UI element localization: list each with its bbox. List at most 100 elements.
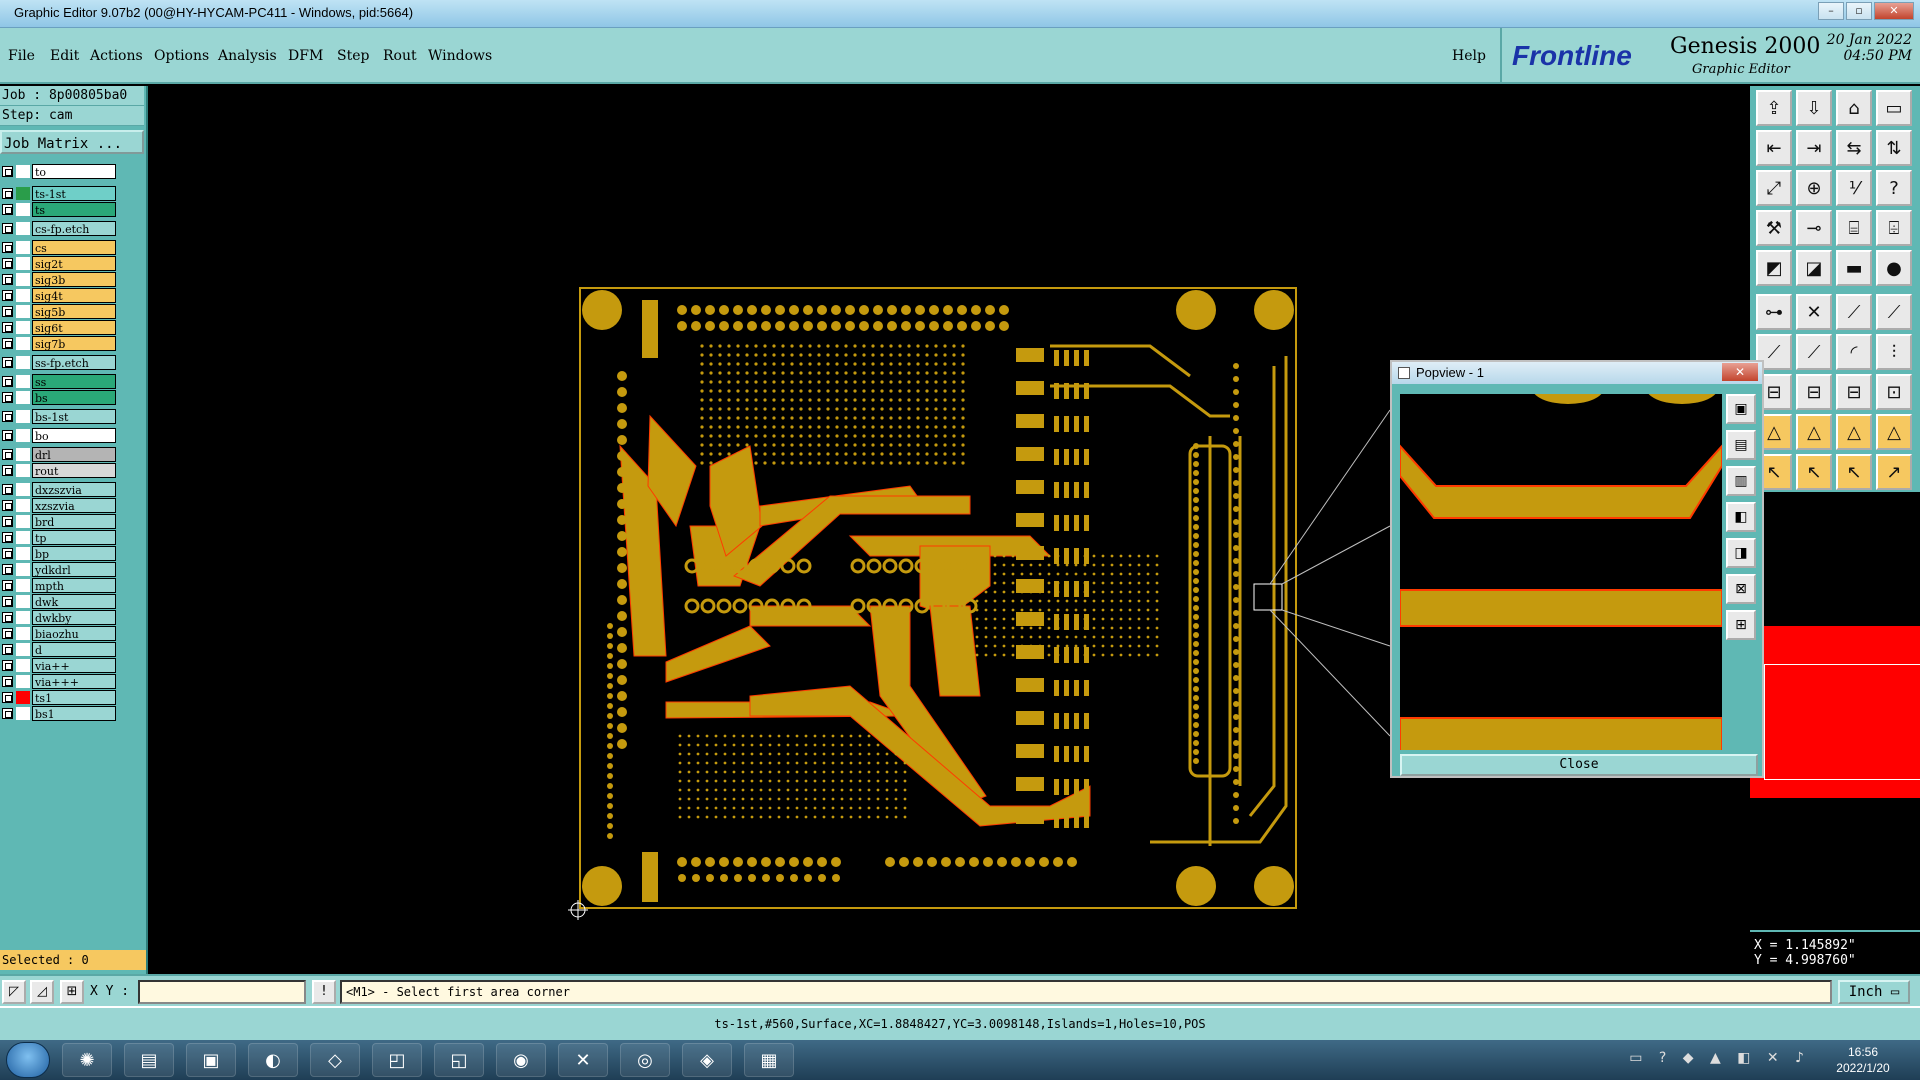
- toolbar-tool-30-icon[interactable]: ⊟: [1796, 374, 1832, 410]
- toolbar-tool-28-icon[interactable]: ⫶: [1876, 334, 1912, 370]
- layer-name[interactable]: bs: [32, 390, 116, 405]
- layer-checkbox[interactable]: [2, 449, 13, 460]
- layer-row-via-[interactable]: via+++: [0, 674, 118, 689]
- layer-checkbox[interactable]: [2, 274, 13, 285]
- layer-row-bp[interactable]: bp: [0, 546, 118, 561]
- layer-checkbox[interactable]: [2, 516, 13, 527]
- info-icon[interactable]: !: [312, 980, 336, 1004]
- taskbar-app-icon[interactable]: ✺: [62, 1043, 112, 1077]
- toolbar-tool-1-icon[interactable]: ⇪: [1756, 90, 1792, 126]
- taskbar-app-icon[interactable]: ▦: [744, 1043, 794, 1077]
- layer-checkbox[interactable]: [2, 532, 13, 543]
- layer-color-swatch[interactable]: [16, 483, 30, 496]
- layer-name[interactable]: bs1: [32, 706, 116, 721]
- toolbar-tool-3-icon[interactable]: ⌂: [1836, 90, 1872, 126]
- layer-color-swatch[interactable]: [16, 547, 30, 560]
- layer-color-swatch[interactable]: [16, 391, 30, 404]
- menu-actions[interactable]: Actions: [90, 48, 143, 64]
- layer-color-swatch[interactable]: [16, 273, 30, 286]
- layer-name[interactable]: ts: [32, 202, 116, 217]
- layer-color-swatch[interactable]: [16, 464, 30, 477]
- layer-name[interactable]: rout: [32, 463, 116, 478]
- layer-checkbox[interactable]: [2, 290, 13, 301]
- layer-checkbox[interactable]: [2, 166, 13, 177]
- menu-rout[interactable]: Rout: [383, 48, 417, 64]
- system-tray-icons[interactable]: ▭ ? ◆ ▲ ◧ ✕ ♪: [1629, 1050, 1810, 1066]
- layer-row-sig7b[interactable]: sig7b: [0, 336, 118, 351]
- toolbar-tool-12-icon[interactable]: ?: [1876, 170, 1912, 206]
- layer-row-bs[interactable]: bs: [0, 390, 118, 405]
- layer-row-rout[interactable]: rout: [0, 463, 118, 478]
- toolbar-tool-18-icon[interactable]: ◪: [1796, 250, 1832, 286]
- toolbar-tool-20-icon[interactable]: ●: [1876, 250, 1912, 286]
- layer-color-swatch[interactable]: [16, 375, 30, 388]
- layer-name[interactable]: ss-fp.etch: [32, 355, 116, 370]
- layer-name[interactable]: to: [32, 164, 116, 179]
- toolbar-tool-22-icon[interactable]: ✕: [1796, 294, 1832, 330]
- taskbar-app-icon[interactable]: ◰: [372, 1043, 422, 1077]
- layer-checkbox[interactable]: [2, 306, 13, 317]
- layer-row-ts1[interactable]: ts1: [0, 690, 118, 705]
- layer-color-swatch[interactable]: [16, 659, 30, 672]
- layer-checkbox[interactable]: [2, 411, 13, 422]
- units-dropdown[interactable]: Inch ▭: [1838, 980, 1910, 1004]
- layer-row-sig4t[interactable]: sig4t: [0, 288, 118, 303]
- popview-tool-2[interactable]: ▤: [1726, 430, 1756, 460]
- layer-color-swatch[interactable]: [16, 429, 30, 442]
- layer-color-swatch[interactable]: [16, 305, 30, 318]
- layer-name[interactable]: sig6t: [32, 320, 116, 335]
- taskbar-app-icon[interactable]: ▣: [186, 1043, 236, 1077]
- layer-name[interactable]: via++: [32, 658, 116, 673]
- layer-color-swatch[interactable]: [16, 515, 30, 528]
- layer-row-brd[interactable]: brd: [0, 514, 118, 529]
- popview-tool-1[interactable]: ▣: [1726, 394, 1756, 424]
- layer-color-swatch[interactable]: [16, 531, 30, 544]
- layer-row-via-[interactable]: via++: [0, 658, 118, 673]
- layer-row-sig2t[interactable]: sig2t: [0, 256, 118, 271]
- layer-color-swatch[interactable]: [16, 499, 30, 512]
- taskbar-app-icon[interactable]: ◎: [620, 1043, 670, 1077]
- toolbar-tool-9-icon[interactable]: ⤢: [1756, 170, 1792, 206]
- layer-row-dwk[interactable]: dwk: [0, 594, 118, 609]
- xy-input[interactable]: [138, 980, 306, 1004]
- layer-row-tp[interactable]: tp: [0, 530, 118, 545]
- layer-name[interactable]: tp: [32, 530, 116, 545]
- layer-checkbox[interactable]: [2, 612, 13, 623]
- taskbar-app-icon[interactable]: ◉: [496, 1043, 546, 1077]
- layer-checkbox[interactable]: [2, 338, 13, 349]
- layer-name[interactable]: mpth: [32, 578, 116, 593]
- layer-row-mpth[interactable]: mpth: [0, 578, 118, 593]
- layer-name[interactable]: sig2t: [32, 256, 116, 271]
- taskbar-clock[interactable]: 16:56 2022/1/20: [1820, 1044, 1906, 1076]
- toolbar-tool-35-icon[interactable]: △: [1836, 414, 1872, 450]
- toolbar-tool-7-icon[interactable]: ⇆: [1836, 130, 1872, 166]
- layer-name[interactable]: brd: [32, 514, 116, 529]
- snap-icon[interactable]: ◸: [2, 980, 26, 1004]
- taskbar-app-icon[interactable]: ◇: [310, 1043, 360, 1077]
- layer-color-swatch[interactable]: [16, 691, 30, 704]
- layer-checkbox[interactable]: [2, 430, 13, 441]
- layer-color-swatch[interactable]: [16, 222, 30, 235]
- layer-row-bs-1st[interactable]: bs-1st: [0, 409, 118, 424]
- start-button-icon[interactable]: [6, 1042, 50, 1078]
- menu-analysis[interactable]: Analysis: [218, 48, 277, 64]
- layer-name[interactable]: via+++: [32, 674, 116, 689]
- toolbar-tool-39-icon[interactable]: ↖: [1836, 454, 1872, 490]
- layer-row-ss[interactable]: ss: [0, 374, 118, 389]
- popview-title-bar[interactable]: Popview - 1 ✕: [1392, 362, 1762, 384]
- layer-checkbox[interactable]: [2, 660, 13, 671]
- toolbar-tool-23-icon[interactable]: ⟋: [1836, 294, 1872, 330]
- layer-color-swatch[interactable]: [16, 337, 30, 350]
- layer-name[interactable]: d: [32, 642, 116, 657]
- menu-file[interactable]: File: [8, 48, 35, 64]
- toolbar-tool-36-icon[interactable]: △: [1876, 414, 1912, 450]
- menu-windows[interactable]: Windows: [428, 48, 492, 64]
- layer-color-swatch[interactable]: [16, 448, 30, 461]
- layer-color-swatch[interactable]: [16, 356, 30, 369]
- layer-row-bs1[interactable]: bs1: [0, 706, 118, 721]
- popview-tool-3[interactable]: ▥: [1726, 466, 1756, 496]
- taskbar-app-icon[interactable]: ◱: [434, 1043, 484, 1077]
- layer-color-swatch[interactable]: [16, 410, 30, 423]
- layer-name[interactable]: dxzszvia: [32, 482, 116, 497]
- layer-name[interactable]: ss: [32, 374, 116, 389]
